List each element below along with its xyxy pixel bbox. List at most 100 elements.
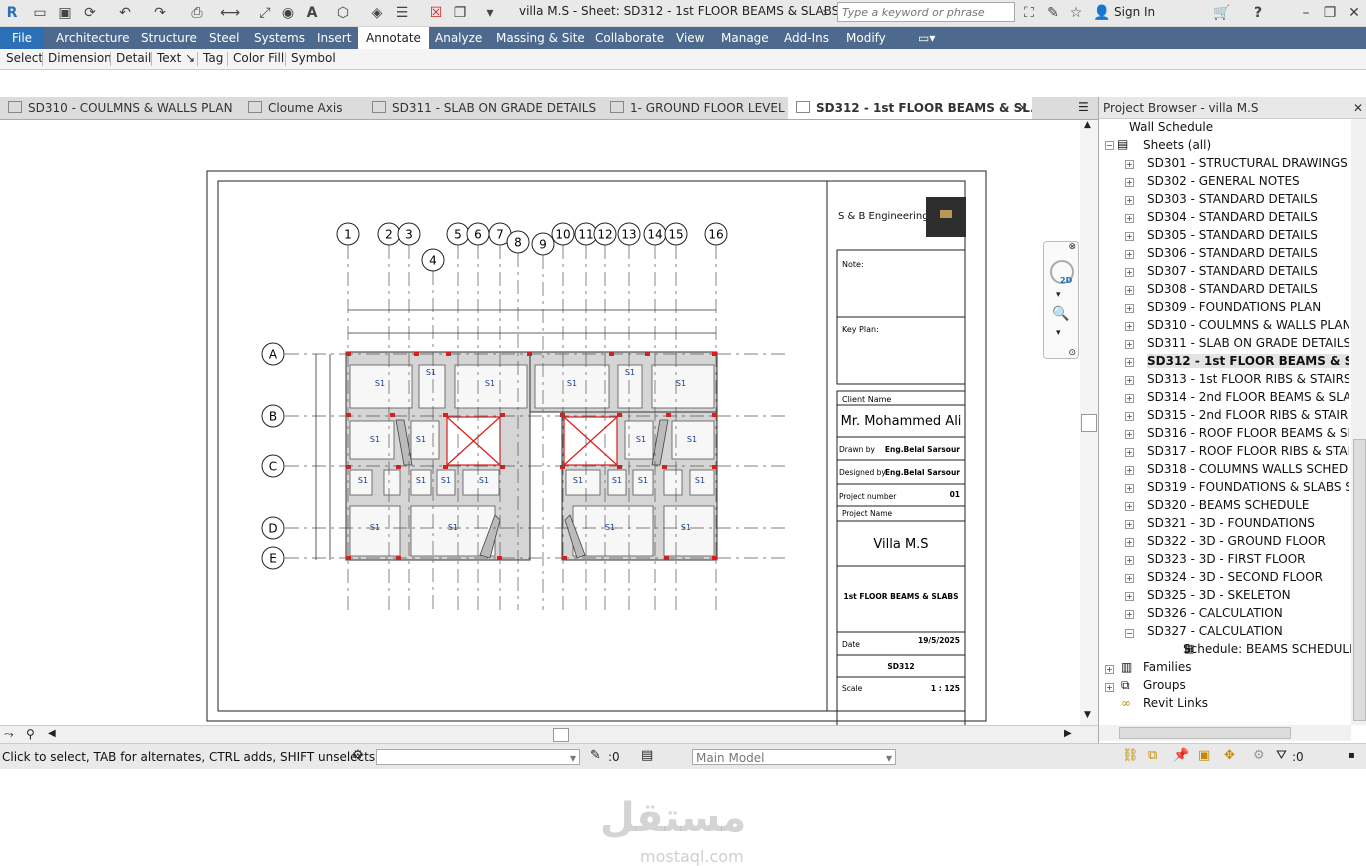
design-options-icon[interactable]: ▤ xyxy=(641,748,653,763)
expand-icon[interactable]: + xyxy=(1125,448,1134,457)
scroll-up-icon[interactable]: ▲ xyxy=(1084,120,1091,130)
measure-icon[interactable]: ⟷ xyxy=(220,3,240,23)
tree-sheet-item[interactable]: SD303 - STANDARD DETAILS xyxy=(1147,192,1349,206)
tree-sheet-item[interactable]: SD320 - BEAMS SCHEDULE xyxy=(1147,498,1349,512)
binoculars-icon[interactable]: ⛶ xyxy=(1019,3,1039,23)
filter-icon[interactable]: ⛛ xyxy=(1276,748,1287,763)
drawing-canvas[interactable]: 1 2 3 4 5 6 7 8 9 10 11 12 13 14 15 16 ABCDE S1 S1 S1 S1 S1… xyxy=(0,120,1090,866)
zoom-dropdown-icon[interactable]: ▾ xyxy=(1056,328,1061,338)
switch-windows-icon[interactable]: ❐ xyxy=(450,3,470,23)
tab-ground-floor[interactable]: 1- GROUND FLOOR LEVEL xyxy=(602,97,788,119)
panel-color-fill[interactable]: Color Fill xyxy=(233,51,284,65)
undo-icon[interactable]: ↶ xyxy=(115,3,135,23)
expand-icon[interactable]: + xyxy=(1125,592,1134,601)
sheet-drawing[interactable]: 1 2 345 6 78 910 11 12 13 14 15 16 ABCDE S1S1S1 S1S1… xyxy=(0,120,1080,822)
tree-sheet-item[interactable]: SD311 - SLAB ON GRADE DETAILS xyxy=(1147,336,1349,350)
expand-icon[interactable]: + xyxy=(1125,520,1134,529)
tree-sheet-item[interactable]: SD327 - CALCULATION xyxy=(1147,624,1349,638)
restore-icon[interactable]: ❐ xyxy=(1320,3,1340,23)
qa-dropdown-icon[interactable]: ▾ xyxy=(480,3,500,23)
expand-icon[interactable]: + xyxy=(1125,394,1134,403)
close-hidden-icon[interactable]: ☒ xyxy=(426,3,446,23)
cart-icon[interactable]: 🛒 xyxy=(1212,3,1232,23)
save-icon[interactable]: ▣ xyxy=(55,3,75,23)
tab-steel[interactable]: Steel xyxy=(201,27,247,49)
scroll-thumb[interactable] xyxy=(1081,414,1097,432)
tree-revit-links[interactable]: Revit Links xyxy=(1143,696,1208,710)
tab-sd310[interactable]: SD310 - COULMNS & WALLS PLAN xyxy=(0,97,240,119)
tab-analyze[interactable]: Analyze xyxy=(427,27,490,49)
subscription-icon[interactable]: ✎ xyxy=(1043,3,1063,23)
expand-icon[interactable]: + xyxy=(1125,484,1134,493)
tab-annotate[interactable]: Annotate xyxy=(358,27,429,49)
select-pinned-icon[interactable]: 📌 xyxy=(1173,748,1189,763)
tree-sheets-all[interactable]: Sheets (all) xyxy=(1143,138,1211,152)
expand-icon[interactable]: + xyxy=(1125,610,1134,619)
expand-icon[interactable]: + xyxy=(1125,214,1134,223)
expand-icon[interactable]: + xyxy=(1125,268,1134,277)
tree-sheet-item[interactable]: SD323 - 3D - FIRST FLOOR xyxy=(1147,552,1349,566)
tab-systems[interactable]: Systems xyxy=(246,27,313,49)
expand-icon[interactable]: + xyxy=(1125,502,1134,511)
scroll-down-icon[interactable]: ▼ xyxy=(1084,710,1091,720)
menu-file[interactable]: File xyxy=(0,27,44,49)
tree-wall-schedule[interactable]: Wall Schedule xyxy=(1129,120,1213,134)
tree-sheet-item[interactable]: SD307 - STANDARD DETAILS xyxy=(1147,264,1349,278)
print-icon[interactable]: ⎙ xyxy=(187,3,207,23)
panel-tag[interactable]: Tag xyxy=(203,51,223,65)
collapse-icon[interactable]: − xyxy=(1105,141,1114,150)
tree-sheet-item[interactable]: SD305 - STANDARD DETAILS xyxy=(1147,228,1349,242)
pin-icon[interactable]: ⚲ xyxy=(26,727,35,741)
collapse-icon[interactable]: − xyxy=(1125,629,1134,638)
expand-icon[interactable]: + xyxy=(1125,358,1134,367)
expand-icon[interactable]: + xyxy=(1125,556,1134,565)
scroll-left-icon[interactable]: ◀ xyxy=(48,728,56,739)
expand-icon[interactable]: + xyxy=(1125,574,1134,583)
tab-insert[interactable]: Insert xyxy=(309,27,359,49)
expand-icon[interactable]: + xyxy=(1105,665,1114,674)
expand-icon[interactable]: + xyxy=(1125,412,1134,421)
redo-icon[interactable]: ↷ xyxy=(150,3,170,23)
dimension-icon[interactable]: ⤢ xyxy=(255,3,275,23)
expand-icon[interactable]: + xyxy=(1125,430,1134,439)
expand-icon[interactable]: + xyxy=(1125,232,1134,241)
tree-sheet-item[interactable]: SD302 - GENERAL NOTES xyxy=(1147,174,1349,188)
tag-icon[interactable]: ◉ xyxy=(278,3,298,23)
tree-sheet-item[interactable]: SD306 - STANDARD DETAILS xyxy=(1147,246,1349,260)
panel-detail[interactable]: Detail xyxy=(116,51,151,65)
tree-sheet-item[interactable]: SD315 - 2nd FLOOR RIBS & STAIRS DE xyxy=(1147,408,1349,422)
section-icon[interactable]: ◈ xyxy=(367,3,387,23)
ribbon-toggle-icon[interactable]: ▭▾ xyxy=(910,27,943,49)
expand-icon[interactable]: + xyxy=(1125,538,1134,547)
text-icon[interactable]: A xyxy=(302,3,322,23)
tree-sheet-item[interactable]: SD325 - 3D - SKELETON xyxy=(1147,588,1349,602)
browser-vertical-scrollbar[interactable] xyxy=(1351,119,1366,725)
help-icon[interactable]: ? xyxy=(1248,3,1268,23)
editable-only-icon[interactable]: ✎ xyxy=(590,748,601,763)
tree-sheet-item[interactable]: SD317 - ROOF FLOOR RIBS & STAIRS D xyxy=(1147,444,1349,458)
tree-sheet-item[interactable]: SD324 - 3D - SECOND FLOOR xyxy=(1147,570,1349,584)
revit-logo-icon[interactable]: R xyxy=(2,3,22,23)
expand-icon[interactable]: + xyxy=(1105,683,1114,692)
navbar-options-icon[interactable]: ⊙ xyxy=(1068,348,1076,358)
panel-text[interactable]: Text ↘ xyxy=(157,51,195,65)
close-navbar-icon[interactable]: ⊗ xyxy=(1068,242,1076,252)
search-input[interactable] xyxy=(837,2,1015,22)
select-by-face-icon[interactable]: ▣ xyxy=(1198,748,1210,763)
tree-beams-schedule[interactable]: Schedule: BEAMS SCHEDULE xyxy=(1183,642,1357,656)
expand-icon[interactable]: + xyxy=(1125,250,1134,259)
tree-sheet-item[interactable]: SD314 - 2nd FLOOR BEAMS & SLABS xyxy=(1147,390,1349,404)
expand-icon[interactable]: + xyxy=(1125,286,1134,295)
search-toggle-icon[interactable]: › xyxy=(815,3,835,23)
tree-sheet-item[interactable]: SD326 - CALCULATION xyxy=(1147,606,1349,620)
hscroll-thumb[interactable] xyxy=(553,728,569,742)
status-end-icon[interactable]: ▪ xyxy=(1348,750,1355,761)
tab-manage[interactable]: Manage xyxy=(713,27,777,49)
browser-hscroll-thumb[interactable] xyxy=(1119,727,1291,739)
panel-dimension[interactable]: Dimension xyxy=(48,51,112,65)
close-browser-icon[interactable]: ✕ xyxy=(1353,97,1363,119)
tree-sheet-item[interactable]: SD304 - STANDARD DETAILS xyxy=(1147,210,1349,224)
3d-view-icon[interactable]: ⬡ xyxy=(333,3,353,23)
favorites-icon[interactable]: ☆ xyxy=(1066,3,1086,23)
tab-structure[interactable]: Structure xyxy=(133,27,205,49)
